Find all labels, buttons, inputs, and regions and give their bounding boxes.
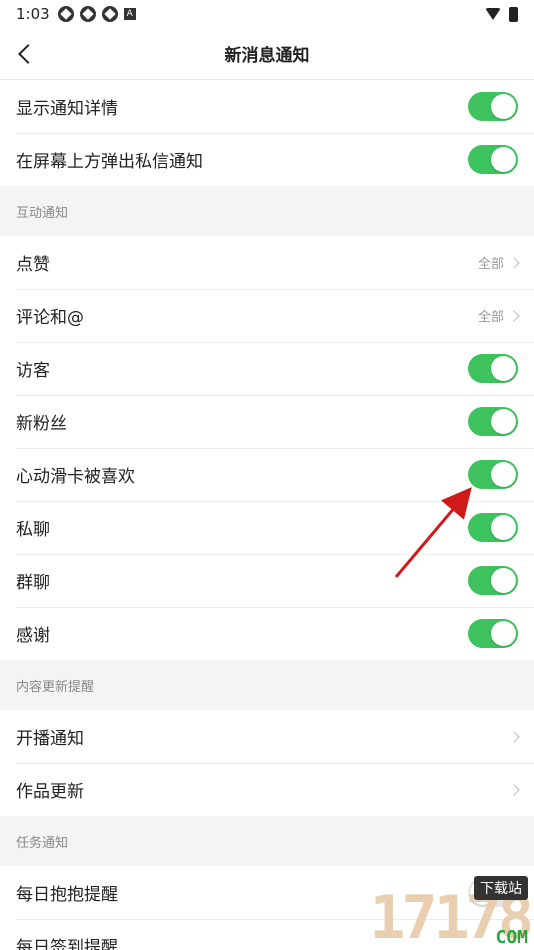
new-fans-toggle[interactable] bbox=[468, 407, 518, 436]
interaction-group: 点赞 全部 评论和@ 全部 访客 新粉丝 心动滑卡被喜欢 私聊 群聊 感谢 bbox=[0, 236, 534, 660]
toggle-knob bbox=[491, 515, 516, 540]
battery-icon bbox=[509, 6, 518, 22]
setting-label: 评论和@ bbox=[16, 308, 84, 328]
chevron-right-icon bbox=[508, 309, 520, 322]
setting-label: 显示通知详情 bbox=[16, 99, 118, 119]
group-chat-toggle[interactable] bbox=[468, 566, 518, 595]
setting-label: 群聊 bbox=[16, 573, 50, 593]
setting-label: 访客 bbox=[16, 361, 50, 381]
chevron-right-icon bbox=[508, 730, 520, 743]
setting-row-likes[interactable]: 点赞 全部 bbox=[0, 236, 534, 289]
toggle-knob bbox=[491, 462, 516, 487]
content-group: 开播通知 作品更新 bbox=[0, 710, 534, 816]
page-title: 新消息通知 bbox=[224, 46, 310, 66]
section-title-interaction: 互动通知 bbox=[0, 186, 534, 236]
setting-label: 每日签到提醒 bbox=[16, 938, 118, 950]
setting-label: 开播通知 bbox=[16, 729, 84, 749]
setting-label: 每日抱抱提醒 bbox=[16, 885, 118, 905]
toggle-knob bbox=[491, 621, 516, 646]
setting-label: 私聊 bbox=[16, 520, 50, 540]
setting-row-comments[interactable]: 评论和@ 全部 bbox=[0, 289, 534, 342]
setting-label: 新粉丝 bbox=[16, 414, 67, 434]
app-notification-icon bbox=[57, 6, 74, 22]
popup-dm-toggle[interactable] bbox=[468, 145, 518, 174]
setting-row-new-fans: 新粉丝 bbox=[0, 395, 534, 448]
setting-label: 在屏幕上方弹出私信通知 bbox=[16, 152, 203, 172]
setting-row-live-notify[interactable]: 开播通知 bbox=[0, 710, 534, 763]
header: 新消息通知 bbox=[0, 28, 534, 80]
toggle-knob bbox=[491, 147, 516, 172]
app-notification-icon bbox=[79, 6, 96, 22]
watermark-suffix: COM bbox=[495, 927, 528, 948]
swipe-liked-toggle[interactable] bbox=[468, 460, 518, 489]
toggle-knob bbox=[491, 568, 516, 593]
likes-value[interactable]: 全部 bbox=[477, 253, 520, 272]
setting-row-swipe-liked: 心动滑卡被喜欢 bbox=[0, 448, 534, 501]
show-details-toggle[interactable] bbox=[468, 92, 518, 121]
toggle-knob bbox=[491, 409, 516, 434]
setting-row-private-chat: 私聊 bbox=[0, 501, 534, 554]
setting-label: 心动滑卡被喜欢 bbox=[16, 467, 135, 487]
setting-row-popup-dm: 在屏幕上方弹出私信通知 bbox=[0, 133, 534, 186]
setting-row-show-details: 显示通知详情 bbox=[0, 80, 534, 133]
watermark: 17178 下载站 COM bbox=[304, 872, 534, 950]
setting-value: 全部 bbox=[477, 310, 504, 325]
app-notification-icon bbox=[101, 6, 118, 22]
status-bar: 1:03 A bbox=[0, 0, 534, 28]
app-badge-icon: A bbox=[123, 8, 136, 20]
setting-row-group-chat: 群聊 bbox=[0, 554, 534, 607]
visitors-toggle[interactable] bbox=[468, 354, 518, 383]
setting-row-works-update[interactable]: 作品更新 bbox=[0, 763, 534, 816]
thanks-toggle[interactable] bbox=[468, 619, 518, 648]
section-title-content: 内容更新提醒 bbox=[0, 660, 534, 710]
private-chat-toggle[interactable] bbox=[468, 513, 518, 542]
toggle-knob bbox=[491, 94, 516, 119]
setting-label: 作品更新 bbox=[16, 782, 84, 802]
setting-row-visitors: 访客 bbox=[0, 342, 534, 395]
chevron-right-icon bbox=[508, 783, 520, 796]
toggle-knob bbox=[491, 356, 516, 381]
setting-value: 全部 bbox=[477, 257, 504, 272]
comments-value[interactable]: 全部 bbox=[477, 306, 520, 325]
watermark-badge: 下载站 bbox=[474, 876, 528, 900]
setting-label: 点赞 bbox=[16, 255, 50, 275]
setting-label: 感谢 bbox=[16, 626, 50, 646]
section-title-task: 任务通知 bbox=[0, 816, 534, 866]
back-button[interactable] bbox=[0, 28, 50, 80]
status-time: 1:03 bbox=[16, 5, 50, 23]
wifi-icon bbox=[485, 8, 501, 20]
chevron-right-icon bbox=[508, 256, 520, 269]
setting-row-thanks: 感谢 bbox=[0, 607, 534, 660]
general-settings-group: 显示通知详情 在屏幕上方弹出私信通知 bbox=[0, 80, 534, 186]
back-arrow-icon bbox=[18, 43, 38, 64]
